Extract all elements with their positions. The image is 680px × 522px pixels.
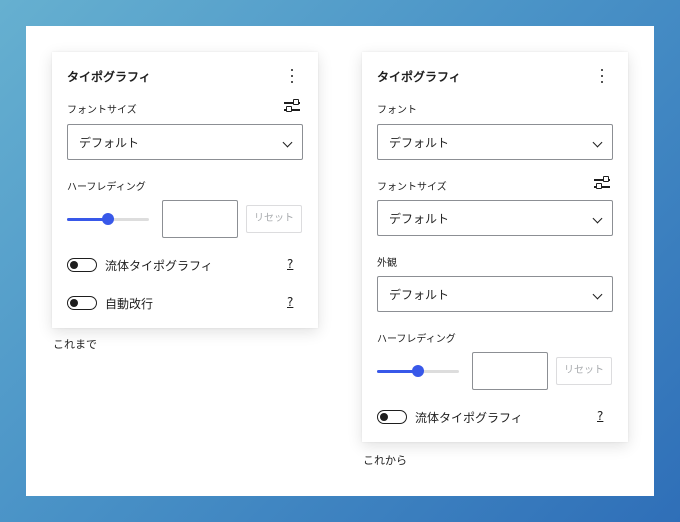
font-family-value: デフォルト [389, 136, 450, 150]
auto-wrap-label: 自動改行 [105, 297, 154, 311]
toggle-knob [70, 261, 78, 269]
toggle-knob [380, 413, 388, 421]
chevron-down-icon [592, 137, 603, 148]
font-family-select[interactable]: デフォルト [377, 124, 613, 160]
fluid-typography-toggle[interactable] [377, 410, 407, 424]
comparison-canvas: タイポグラフィ フォントサイズ デフォルト ハーフレディング リセット 流体タイ… [26, 26, 654, 496]
chevron-down-icon [592, 289, 603, 300]
panel-title: タイポグラフィ [67, 70, 151, 84]
font-size-value: デフォルト [79, 136, 140, 150]
line-height-input[interactable] [162, 200, 238, 238]
line-height-slider[interactable] [377, 365, 459, 377]
caption-before: これまで [53, 338, 97, 351]
fluid-typography-help[interactable]: ? [287, 257, 293, 271]
chevron-down-icon [282, 137, 293, 148]
slider-thumb[interactable] [412, 365, 424, 377]
appearance-select[interactable]: デフォルト [377, 276, 613, 312]
line-height-label: ハーフレディング [67, 182, 146, 193]
fluid-typography-label: 流体タイポグラフィ [105, 259, 213, 273]
line-height-label: ハーフレディング [377, 334, 456, 345]
font-size-select[interactable]: デフォルト [377, 200, 613, 236]
font-size-select[interactable]: デフォルト [67, 124, 303, 160]
auto-wrap-toggle[interactable] [67, 296, 97, 310]
more-options-icon[interactable] [287, 68, 297, 86]
appearance-value: デフォルト [389, 288, 450, 302]
set-custom-size-icon[interactable] [284, 99, 300, 113]
fluid-typography-label: 流体タイポグラフィ [415, 411, 523, 425]
auto-wrap-help[interactable]: ? [287, 295, 293, 309]
reset-button[interactable]: リセット [556, 357, 612, 385]
font-family-label: フォント [377, 105, 417, 116]
fluid-typography-help[interactable]: ? [597, 409, 603, 423]
slider-thumb[interactable] [102, 213, 114, 225]
toggle-knob [70, 299, 78, 307]
line-height-input[interactable] [472, 352, 548, 390]
font-size-label: フォントサイズ [377, 182, 447, 193]
typography-panel-after: タイポグラフィ フォント デフォルト フォントサイズ デフォルト 外観 デフォル… [362, 52, 628, 442]
panel-title: タイポグラフィ [377, 70, 461, 84]
line-height-slider[interactable] [67, 213, 149, 225]
font-size-label: フォントサイズ [67, 105, 137, 116]
typography-panel-before: タイポグラフィ フォントサイズ デフォルト ハーフレディング リセット 流体タイ… [52, 52, 318, 328]
fluid-typography-toggle[interactable] [67, 258, 97, 272]
reset-button[interactable]: リセット [246, 205, 302, 233]
caption-after: これから [363, 454, 407, 467]
chevron-down-icon [592, 213, 603, 224]
more-options-icon[interactable] [597, 68, 607, 86]
set-custom-size-icon[interactable] [594, 176, 610, 190]
appearance-label: 外観 [377, 258, 397, 269]
font-size-value: デフォルト [389, 212, 450, 226]
